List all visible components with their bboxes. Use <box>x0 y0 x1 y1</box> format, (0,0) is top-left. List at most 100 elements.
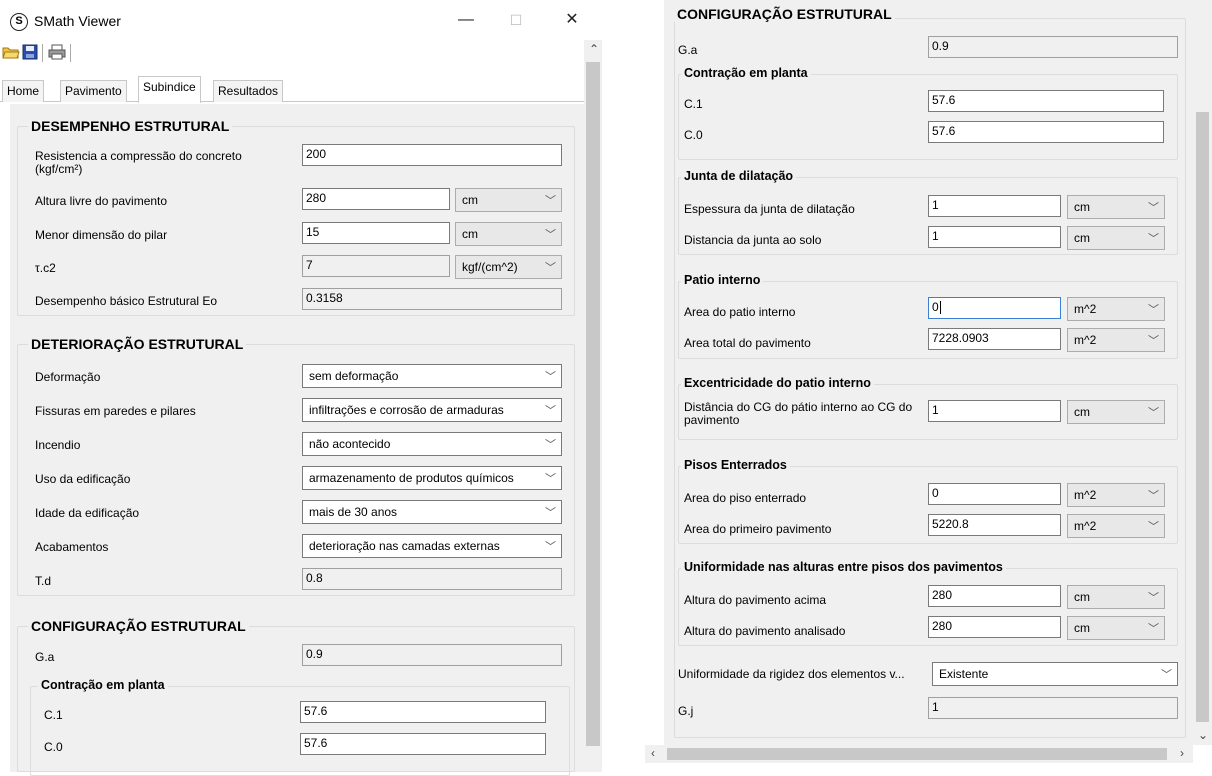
chevron-down-icon: ﹀ <box>1148 407 1159 419</box>
contracao-title: Contração em planta <box>38 678 168 692</box>
distancia-cg-label: Distância do CG do pátio interno ao CG d… <box>684 400 913 427</box>
menor-dimensao-input[interactable]: 15 <box>302 222 450 244</box>
excentricidade-title: Excentricidade do patio interno <box>681 376 874 390</box>
close-button[interactable]: ✕ <box>552 6 592 34</box>
distancia-cg-input[interactable]: 1 <box>928 400 1061 422</box>
area-patio-unit-select[interactable]: m^2 ﹀ <box>1067 297 1165 321</box>
area-total-unit-select[interactable]: m^2 ﹀ <box>1067 328 1165 352</box>
chevron-down-icon: ﹀ <box>545 405 556 417</box>
scroll-down-icon[interactable]: ⌄ <box>1198 728 1208 742</box>
resistencia-label: Resistencia a compressão do concreto (kg… <box>35 149 242 176</box>
deformacao-label: Deformação <box>35 370 101 384</box>
idade-select[interactable]: mais de 30 anos ﹀ <box>302 500 562 524</box>
area-patio-input[interactable]: 0 <box>928 297 1061 319</box>
chevron-down-icon: ﹀ <box>545 473 556 485</box>
td-value: 0.8 <box>302 568 562 590</box>
tab-home[interactable]: Home <box>2 80 45 102</box>
tc2-label: τ.c2 <box>35 261 56 275</box>
altura-input[interactable]: 280 <box>302 188 450 210</box>
area-patio-label: Area do patio interno <box>684 305 796 319</box>
smath-viewer-window: S SMath Viewer — ☐ ✕ Home Pavimento Subi… <box>0 0 612 776</box>
area-piso-input[interactable]: 0 <box>928 483 1061 505</box>
vertical-scrollbar[interactable]: ⌃ <box>584 40 602 772</box>
altura-unit-select[interactable]: cm ﹀ <box>455 188 562 212</box>
subindice-panel: DESEMPENHO ESTRUTURAL Resistencia a comp… <box>10 104 584 776</box>
area-primeiro-unit-select[interactable]: m^2 ﹀ <box>1067 514 1165 538</box>
desempenho-title: DESEMPENHO ESTRUTURAL <box>28 118 233 134</box>
c0-input[interactable]: 57.6 <box>300 733 546 755</box>
scroll-up-icon[interactable]: ⌃ <box>589 42 599 56</box>
altura-acima-unit-select[interactable]: cm ﹀ <box>1067 585 1165 609</box>
c0-input[interactable]: 57.6 <box>928 121 1164 143</box>
chevron-down-icon: ﹀ <box>1148 335 1159 347</box>
acabamentos-label: Acabamentos <box>35 540 109 554</box>
resistencia-input[interactable]: 200 <box>302 144 562 166</box>
altura-acima-input[interactable]: 280 <box>928 585 1061 607</box>
scroll-right-icon[interactable]: › <box>1180 746 1184 760</box>
c1-input[interactable]: 57.6 <box>928 90 1164 112</box>
scrollbar-thumb[interactable] <box>1196 112 1209 722</box>
configuracao-title: CONFIGURAÇÃO ESTRUTURAL <box>674 6 895 22</box>
espessura-unit-select[interactable]: cm ﹀ <box>1067 195 1165 219</box>
altura-analisado-label: Altura do pavimento analisado <box>684 624 846 638</box>
chevron-down-icon: ﹀ <box>545 541 556 553</box>
distancia-junta-unit-select[interactable]: cm ﹀ <box>1067 226 1165 250</box>
scrollbar-thumb[interactable] <box>586 62 600 746</box>
save-icon[interactable] <box>22 44 40 60</box>
panel-margin <box>645 0 664 745</box>
toolbar-separator <box>70 44 71 62</box>
espessura-input[interactable]: 1 <box>928 195 1061 217</box>
altura-analisado-input[interactable]: 280 <box>928 616 1061 638</box>
acabamentos-select[interactable]: deterioração nas camadas externas ﹀ <box>302 534 562 558</box>
fissuras-select[interactable]: infiltrações e corrosão de armaduras ﹀ <box>302 398 562 422</box>
uso-select[interactable]: armazenamento de produtos químicos ﹀ <box>302 466 562 490</box>
area-piso-unit-select[interactable]: m^2 ﹀ <box>1067 483 1165 507</box>
minimize-button[interactable]: — <box>446 6 486 34</box>
chevron-down-icon: ﹀ <box>1161 669 1172 681</box>
area-total-input[interactable]: 7228.0903 <box>928 328 1061 350</box>
rigidez-select[interactable]: Existente ﹀ <box>932 662 1178 686</box>
area-total-label: Area total do pavimento <box>684 336 811 350</box>
incendio-select[interactable]: não acontecido ﹀ <box>302 432 562 456</box>
c0-label: C.0 <box>684 128 703 142</box>
smath-logo-icon: S <box>10 13 28 31</box>
deformacao-select[interactable]: sem deformação ﹀ <box>302 364 562 388</box>
deterioracao-title: DETERIORAÇÃO ESTRUTURAL <box>28 336 247 352</box>
distancia-junta-input[interactable]: 1 <box>928 226 1061 248</box>
contracao-group <box>678 74 1178 160</box>
menor-dimensao-unit-select[interactable]: cm ﹀ <box>455 222 562 246</box>
contracao-group <box>30 686 570 776</box>
junta-title: Junta de dilatação <box>681 169 797 183</box>
vertical-scrollbar[interactable]: ⌄ <box>1193 0 1212 745</box>
print-icon[interactable] <box>48 44 66 60</box>
ga-label: G.a <box>35 650 55 664</box>
distancia-cg-unit-select[interactable]: cm ﹀ <box>1067 400 1165 424</box>
maximize-button[interactable]: ☐ <box>496 6 536 34</box>
area-primeiro-input[interactable]: 5220.8 <box>928 514 1061 536</box>
scrollbar-thumb[interactable] <box>667 748 1167 760</box>
chevron-down-icon: ﹀ <box>1148 202 1159 214</box>
chevron-down-icon: ﹀ <box>545 229 556 241</box>
tab-resultados[interactable]: Resultados <box>213 80 284 102</box>
tc2-unit-select[interactable]: kgf/(cm^2) ﹀ <box>455 255 562 279</box>
horizontal-scrollbar[interactable]: ‹ › <box>645 745 1193 763</box>
c1-label: C.1 <box>684 97 703 111</box>
scroll-left-icon[interactable]: ‹ <box>651 746 655 760</box>
c1-input[interactable]: 57.6 <box>300 701 546 723</box>
tab-subindice[interactable]: Subindice <box>138 76 201 103</box>
tc2-value: 7 <box>302 255 450 277</box>
ga-value: 0.9 <box>302 644 562 666</box>
fissuras-label: Fissuras em paredes e pilares <box>35 404 196 418</box>
open-folder-icon[interactable] <box>2 44 20 60</box>
uso-label: Uso da edificação <box>35 472 131 486</box>
chevron-down-icon: ﹀ <box>1148 592 1159 604</box>
tab-pavimento[interactable]: Pavimento <box>60 80 127 102</box>
title-bar: S SMath Viewer — ☐ ✕ <box>0 0 612 40</box>
altura-acima-label: Altura do pavimento acima <box>684 593 827 607</box>
configuracao-title: CONFIGURAÇÃO ESTRUTURAL <box>28 618 249 634</box>
gj-value: 1 <box>928 697 1178 719</box>
toolbar-separator <box>42 44 43 62</box>
incendio-label: Incendio <box>35 438 81 452</box>
pisos-title: Pisos Enterrados <box>681 458 790 472</box>
altura-analisado-unit-select[interactable]: cm ﹀ <box>1067 616 1165 640</box>
